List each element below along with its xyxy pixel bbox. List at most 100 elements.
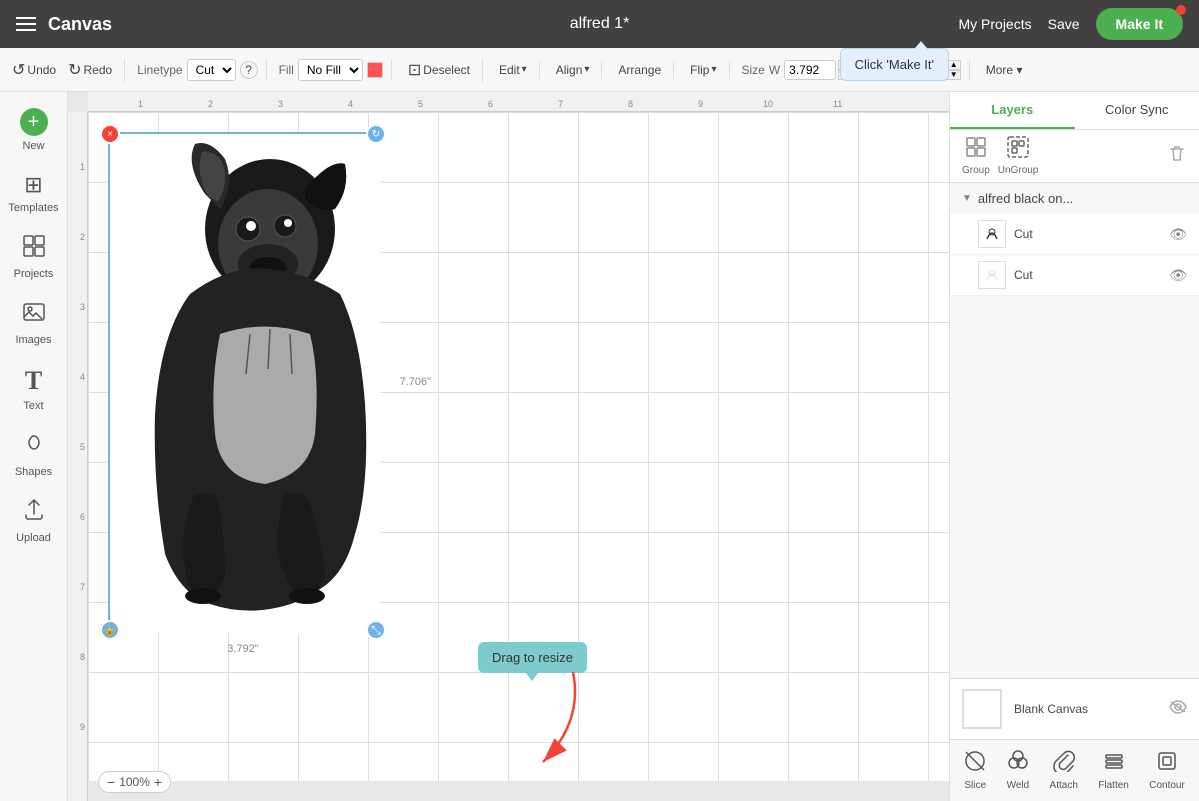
blank-canvas-row: Blank Canvas: [950, 678, 1199, 739]
sidebar-item-text[interactable]: T Text: [4, 358, 64, 420]
sidebar-item-projects[interactable]: Projects: [4, 226, 64, 288]
sidebar-item-templates[interactable]: ⊞ Templates: [4, 164, 64, 222]
text-icon: T: [25, 366, 42, 396]
shapes-icon: [22, 432, 46, 462]
more-group: More ▾: [982, 61, 1035, 79]
group-icon: [965, 136, 987, 163]
left-sidebar: + New ⊞ Templates Projects: [0, 92, 68, 801]
undo-redo-group: ↺ Undo ↻ Redo: [8, 58, 125, 82]
sidebar-label-upload: Upload: [16, 532, 51, 544]
undo-button[interactable]: ↺ Undo: [8, 58, 60, 82]
layer-thumb-1: [978, 220, 1006, 248]
group-button[interactable]: Group: [962, 136, 990, 176]
fill-color-swatch[interactable]: [367, 62, 383, 78]
layer-visibility-2[interactable]: 👁: [1169, 267, 1187, 284]
arrange-group: Arrange: [614, 61, 674, 79]
arrange-button[interactable]: Arrange: [614, 61, 665, 79]
canvas-area: 1 2 3 4 5 6 7 8 9 10 11 1 2 3 4 5 6 7 8 …: [68, 92, 949, 801]
attach-button[interactable]: Attach: [1044, 746, 1084, 795]
fill-select[interactable]: No Fill: [298, 59, 363, 81]
tab-color-sync[interactable]: Color Sync: [1075, 92, 1199, 129]
handle-scale[interactable]: ⤡: [366, 620, 386, 640]
nav-left: Canvas: [16, 14, 112, 35]
weld-icon: [1007, 750, 1029, 778]
more-button[interactable]: More ▾: [982, 61, 1027, 79]
edit-group: Edit ▾: [495, 61, 540, 79]
layer-group-header[interactable]: ▼ alfred black on...: [950, 183, 1199, 214]
handle-lock[interactable]: 🔒: [100, 620, 120, 640]
upload-icon: [22, 498, 46, 528]
linetype-help[interactable]: ?: [240, 61, 258, 79]
dog-image: [110, 134, 380, 634]
sidebar-item-shapes[interactable]: Shapes: [4, 424, 64, 486]
nav-right: My Projects Save Make It: [958, 8, 1183, 40]
layer-group-name: alfred black on...: [978, 191, 1073, 206]
my-projects-button[interactable]: My Projects: [958, 16, 1031, 32]
layer-visibility-1[interactable]: 👁: [1169, 226, 1187, 243]
layer-name-1: Cut: [1014, 227, 1161, 241]
flatten-button[interactable]: Flatten: [1092, 746, 1135, 795]
attach-icon: [1053, 750, 1075, 778]
slice-button[interactable]: Slice: [958, 746, 992, 795]
linetype-group: Linetype Cut ?: [137, 59, 266, 81]
fill-group: Fill No Fill: [279, 59, 392, 81]
flip-button[interactable]: Flip ▾: [686, 61, 720, 79]
panel-tabs: Layers Color Sync: [950, 92, 1199, 130]
make-it-indicator: [1176, 5, 1186, 15]
delete-layer-button[interactable]: [1167, 144, 1187, 169]
save-button[interactable]: Save: [1048, 16, 1080, 32]
weld-button[interactable]: Weld: [1001, 746, 1036, 795]
zoom-out-button[interactable]: −: [107, 774, 115, 790]
sidebar-item-new[interactable]: + New: [4, 100, 64, 160]
make-it-button[interactable]: Make It: [1096, 8, 1183, 40]
layer-name-2: Cut: [1014, 268, 1161, 282]
sidebar-item-upload[interactable]: Upload: [4, 490, 64, 552]
zoom-controls: − 100% +: [98, 771, 171, 793]
grid-canvas[interactable]: × ↻ 🔒 ⤡ 3.792" 7.706" Drag to resize: [88, 112, 949, 781]
canvas-name: Blank Canvas: [1014, 702, 1088, 716]
bottom-toolbar: Slice Weld Attach: [950, 739, 1199, 801]
fill-label: Fill: [279, 63, 294, 77]
app-logo: Canvas: [48, 14, 112, 35]
edit-button[interactable]: Edit ▾: [495, 61, 531, 79]
make-it-tooltip: Click 'Make It': [840, 48, 949, 81]
layer-actions: Group UnGroup: [950, 130, 1199, 183]
linetype-label: Linetype: [137, 63, 182, 77]
layer-chevron-icon: ▼: [962, 193, 972, 204]
drag-arrow: [513, 662, 593, 782]
ungroup-button[interactable]: UnGroup: [998, 136, 1039, 176]
slice-icon: [964, 750, 986, 778]
canvas-visibility-button[interactable]: [1169, 700, 1187, 719]
sidebar-label-new: New: [22, 140, 44, 152]
images-icon: [22, 300, 46, 330]
contour-button[interactable]: Contour: [1143, 746, 1191, 795]
zoom-in-button[interactable]: +: [154, 774, 162, 790]
linetype-select[interactable]: Cut: [187, 59, 236, 81]
align-button[interactable]: Align ▾: [552, 61, 594, 79]
handle-top-left[interactable]: ×: [100, 124, 120, 144]
toolbar: ↺ Undo ↻ Redo Linetype Cut ? Fill No Fil…: [0, 48, 1199, 92]
sidebar-item-images[interactable]: Images: [4, 292, 64, 354]
sidebar-label-images: Images: [15, 334, 51, 346]
tab-layers[interactable]: Layers: [950, 92, 1075, 129]
align-group: Align ▾: [552, 61, 603, 79]
selection-box[interactable]: × ↻ 🔒 ⤡ 3.792" 7.706": [108, 132, 378, 632]
layer-item-2[interactable]: Cut 👁: [950, 255, 1199, 296]
deselect-button[interactable]: ⊡ Deselect: [404, 58, 474, 82]
document-title: alfred 1*: [570, 15, 630, 33]
ruler-left: 1 2 3 4 5 6 7 8 9: [68, 112, 88, 801]
contour-icon: [1156, 750, 1178, 778]
dimension-width: 3.792": [227, 643, 258, 655]
width-input[interactable]: [784, 60, 836, 80]
deselect-group: ⊡ Deselect: [404, 58, 483, 82]
hamburger-menu[interactable]: [16, 17, 36, 31]
dimension-height: 7.706": [400, 376, 431, 388]
layer-item-1[interactable]: Cut 👁: [950, 214, 1199, 255]
size-label: Size: [742, 63, 765, 77]
new-icon: +: [20, 108, 48, 136]
size-w-label: W: [769, 63, 780, 77]
handle-rotate[interactable]: ↻: [366, 124, 386, 144]
right-panel: Layers Color Sync Group: [949, 92, 1199, 801]
redo-button[interactable]: ↻ Redo: [64, 58, 116, 82]
canvas-thumbnail: [962, 689, 1002, 729]
